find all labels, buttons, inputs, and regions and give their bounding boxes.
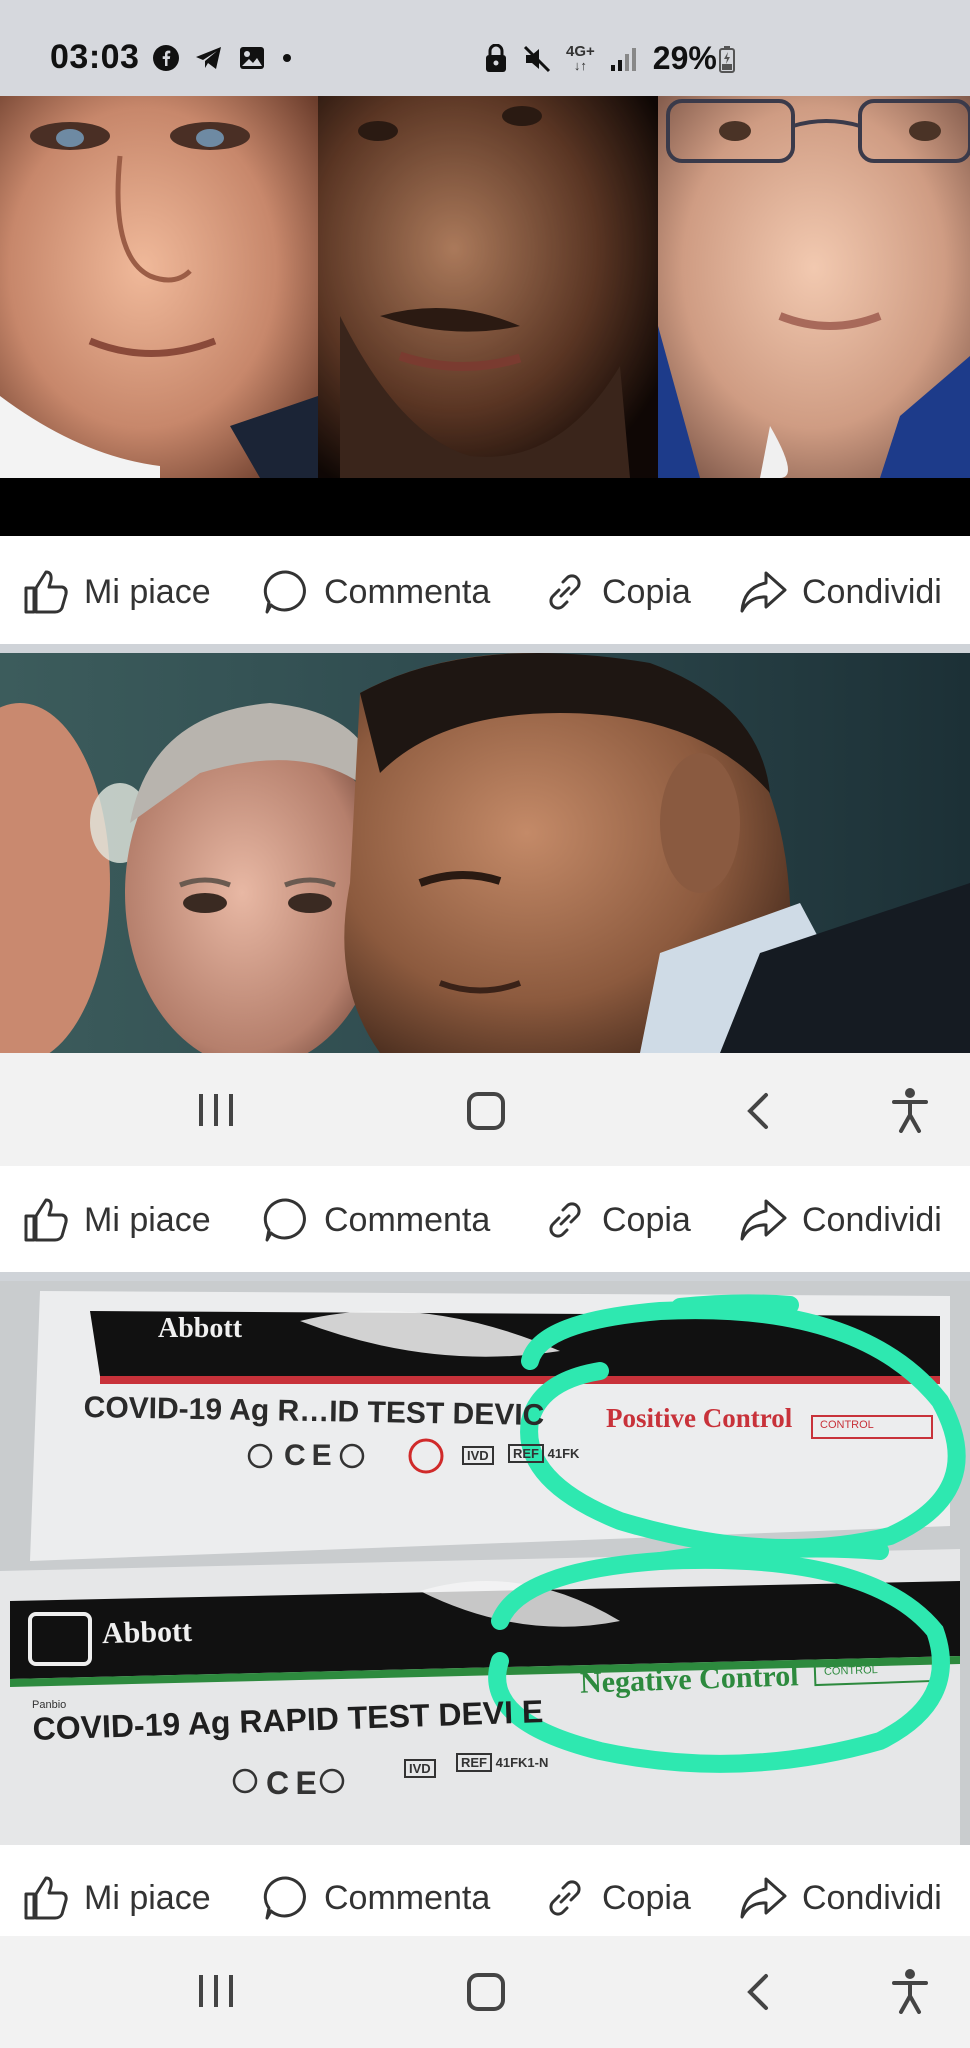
- comment-label: Commenta: [324, 1200, 491, 1239]
- comment-button[interactable]: Commenta: [262, 1196, 490, 1244]
- comment-icon: [263, 1876, 306, 1920]
- copy-link-button[interactable]: Copia: [542, 569, 691, 615]
- top-device-brand: Abbott: [158, 1313, 243, 1344]
- comment-icon: [263, 1198, 306, 1242]
- share-button[interactable]: Condividi: [738, 1875, 942, 1921]
- thumbs-up-icon: [24, 570, 68, 614]
- share-label: Condividi: [802, 1200, 942, 1239]
- share-label: Condividi: [802, 1878, 942, 1917]
- share-icon: [740, 1199, 787, 1241]
- copy-label: Copia: [602, 572, 691, 611]
- bottom-device-brand: Abbott: [101, 1614, 193, 1651]
- post-image-faces[interactable]: [0, 96, 970, 536]
- like-button[interactable]: Mi piace: [22, 1874, 211, 1922]
- top-device-ivd: IVD: [462, 1446, 494, 1465]
- mute-icon: [523, 45, 551, 72]
- bottom-device-ref: REF 41FK1-N: [456, 1753, 549, 1772]
- bottom-device-ref-label: REF: [456, 1753, 492, 1772]
- recents-icon[interactable]: [196, 1972, 236, 2010]
- share-icon: [740, 1877, 787, 1919]
- bottom-device-control-tag: CONTROL: [823, 1664, 878, 1678]
- top-device-ref-label: REF: [508, 1444, 544, 1463]
- status-system-icons: 4G+ ↓↑ 29%: [484, 40, 735, 77]
- comment-label: Commenta: [324, 572, 491, 611]
- copy-label: Copia: [602, 1200, 691, 1239]
- accessibility-icon[interactable]: [890, 1968, 930, 2014]
- recents-icon[interactable]: [196, 1091, 236, 1129]
- post-image-test-devices[interactable]: Abbott COVID-19 Ag R…ID TEST DEVIC Posit…: [0, 1281, 970, 1845]
- share-label: Condividi: [802, 572, 942, 611]
- top-device-control-tag: CONTROL: [820, 1419, 874, 1431]
- share-button[interactable]: Condividi: [738, 1197, 942, 1243]
- battery-icon: [718, 45, 735, 73]
- gallery-icon: [240, 47, 264, 69]
- copy-link-button[interactable]: Copia: [542, 1197, 691, 1243]
- link-icon: [549, 574, 581, 610]
- share-button[interactable]: Condividi: [738, 569, 942, 615]
- comment-icon: [263, 570, 306, 614]
- signal-icon: [610, 47, 636, 71]
- status-time: 03:03: [50, 38, 140, 76]
- thumbs-up-icon: [24, 1876, 68, 1920]
- top-device-ce-mark: C E: [284, 1439, 332, 1472]
- telegram-icon: [196, 47, 221, 69]
- like-label: Mi piace: [84, 1878, 211, 1917]
- home-icon[interactable]: [466, 1972, 506, 2012]
- status-notification-icons: [152, 44, 294, 72]
- system-nav-bar: [0, 1053, 970, 1166]
- back-icon[interactable]: [742, 1091, 772, 1131]
- like-label: Mi piace: [84, 1200, 211, 1239]
- status-bar: 03:03 4G+ ↓↑ 29%: [0, 0, 970, 96]
- post-1-action-bar: Mi piace Commenta Copia Condividi: [0, 540, 970, 644]
- like-button[interactable]: Mi piace: [22, 568, 211, 616]
- like-button[interactable]: Mi piace: [22, 1196, 211, 1244]
- bottom-device-ce-mark: C E: [266, 1765, 317, 1801]
- post-image-portrait[interactable]: [0, 653, 970, 1053]
- post-2-action-bar: Mi piace Commenta Copia Condividi: [0, 1168, 970, 1272]
- post-3-action-bar: Mi piace Commenta Copia Condividi: [0, 1846, 970, 1950]
- comment-button[interactable]: Commenta: [262, 568, 490, 616]
- link-icon: [549, 1880, 581, 1916]
- thumbs-up-icon: [24, 1198, 68, 1242]
- top-device-control: Positive Control: [606, 1403, 793, 1433]
- share-icon: [740, 571, 787, 613]
- copy-label: Copia: [602, 1878, 691, 1917]
- dot-icon: [283, 54, 291, 62]
- post-separator: [0, 1272, 970, 1281]
- accessibility-icon[interactable]: [890, 1087, 930, 1133]
- back-icon[interactable]: [742, 1972, 772, 2012]
- comment-button[interactable]: Commenta: [262, 1874, 490, 1922]
- bottom-device-ivd: IVD: [404, 1759, 436, 1778]
- post-separator: [0, 644, 970, 653]
- link-icon: [549, 1202, 581, 1238]
- network-icon: 4G+ ↓↑: [566, 42, 595, 73]
- top-device-ref-code: 41FK: [547, 1446, 580, 1461]
- lock-icon: [486, 43, 506, 72]
- facebook-icon: [153, 45, 179, 71]
- battery-level: 29%: [652, 40, 717, 76]
- bottom-device-ref-code: 41FK1-N: [495, 1755, 549, 1770]
- copy-link-button[interactable]: Copia: [542, 1875, 691, 1921]
- system-nav-bar-bottom: [0, 1936, 970, 2048]
- top-device-ref: REF 41FK: [508, 1444, 580, 1463]
- home-icon[interactable]: [466, 1091, 506, 1131]
- like-label: Mi piace: [84, 572, 211, 611]
- comment-label: Commenta: [324, 1878, 491, 1917]
